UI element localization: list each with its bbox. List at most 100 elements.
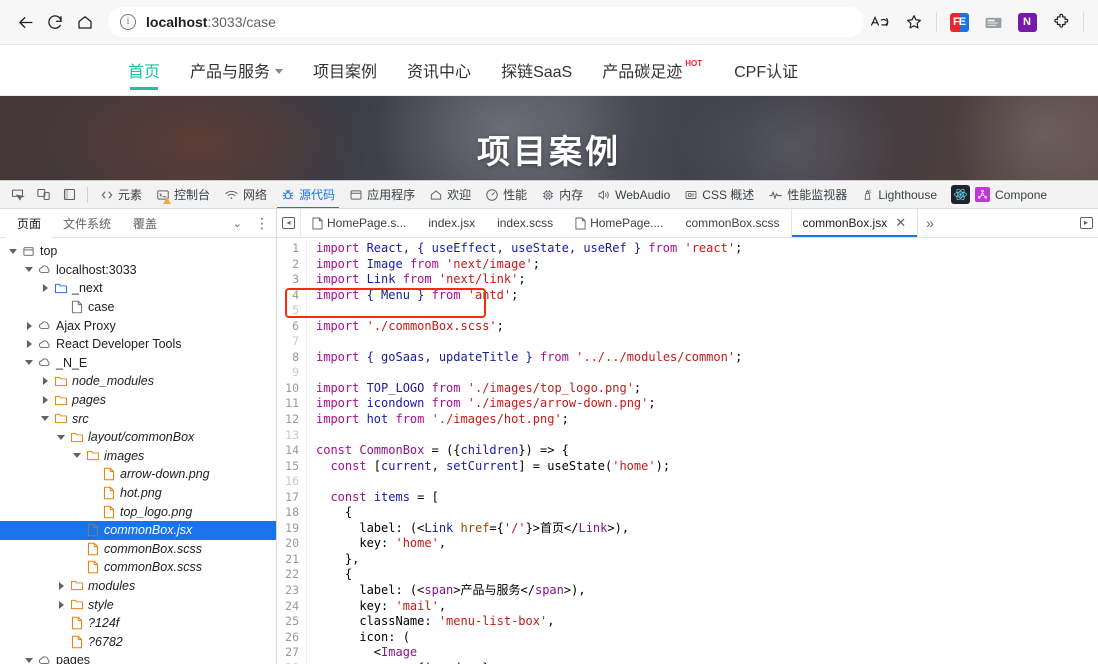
code-line[interactable]: 1 import React, { useEffect, useState, us… — [277, 241, 1098, 257]
nav-item-1[interactable]: 产品与服务 — [190, 45, 284, 96]
file-tree-item[interactable]: hot.png — [0, 484, 276, 503]
code-line[interactable]: 5 — [277, 303, 1098, 319]
code-line[interactable]: 23 label: (<span>产品与服务</span>), — [277, 583, 1098, 599]
devtools-tab-elements[interactable]: 元素 — [93, 181, 149, 208]
file-tree-item[interactable]: pages — [0, 651, 276, 664]
address-bar[interactable]: i localhost:3033/case — [108, 7, 864, 37]
inspect-element-icon[interactable] — [4, 182, 30, 208]
file-tree[interactable]: top localhost:3033 _next case Ajax Proxy Reac… — [0, 238, 276, 664]
twisty-closed-icon[interactable] — [54, 581, 68, 590]
file-tree-item[interactable]: commonBox.scss — [0, 558, 276, 577]
subtab-overrides[interactable]: 覆盖 — [122, 209, 168, 238]
code-line[interactable]: 7 — [277, 334, 1098, 350]
file-tab-0[interactable]: HomePage.s... — [301, 209, 417, 237]
extensions-puzzle-icon[interactable] — [1045, 7, 1077, 37]
file-tab-4[interactable]: commonBox.scss — [674, 209, 790, 237]
collapse-navigator-button[interactable]: ◂ — [277, 209, 301, 237]
file-tree-item[interactable]: _N_E — [0, 354, 276, 373]
file-tree-item[interactable]: commonBox.scss — [0, 540, 276, 559]
subtab-page[interactable]: 页面 — [6, 208, 53, 238]
nav-item-3[interactable]: 资讯中心 — [407, 45, 471, 96]
tabs-overflow-icon[interactable]: » — [918, 209, 942, 237]
code-line[interactable]: 25 className: 'menu-list-box', — [277, 614, 1098, 630]
code-line[interactable]: 15 const [current, setCurrent] = useStat… — [277, 458, 1098, 475]
home-button[interactable] — [70, 7, 100, 37]
nav-item-0[interactable]: 首页 — [128, 45, 160, 96]
site-info-icon[interactable]: i — [120, 14, 136, 30]
code-line[interactable]: 19 label: (<Link href={'/'}>首页</Link>), — [277, 520, 1098, 537]
favorite-icon[interactable] — [898, 7, 930, 37]
extension-onenote-icon[interactable]: N — [1011, 7, 1043, 37]
code-line[interactable]: 14 const CommonBox = ({children}) => { — [277, 443, 1098, 459]
code-line[interactable]: 4 import { Menu } from 'antd'; — [277, 287, 1098, 304]
devtools-tab-console[interactable]: 控制台 — [149, 181, 217, 208]
code-line[interactable]: 2 import Image from 'next/image'; — [277, 256, 1098, 273]
more-tabs-chevron-icon[interactable]: ⌄ — [227, 217, 248, 230]
twisty-open-icon[interactable] — [6, 248, 20, 254]
devtools-tab-sources[interactable]: 源代码 — [274, 181, 342, 208]
devtools-tab-network[interactable]: 网络 — [217, 181, 274, 208]
expand-sidebar-button[interactable]: ▸ — [1074, 209, 1098, 237]
file-tree-item[interactable]: localhost:3033 — [0, 261, 276, 280]
close-icon[interactable]: ✕ — [895, 215, 906, 231]
file-tree-item[interactable]: top_logo.png — [0, 502, 276, 521]
file-tree-item[interactable]: ?124f — [0, 614, 276, 633]
reload-button[interactable] — [40, 7, 70, 37]
code-line[interactable]: 8 import { goSaas, updateTitle } from '..… — [277, 349, 1098, 366]
code-line[interactable]: 24 key: 'mail', — [277, 598, 1098, 615]
twisty-closed-icon[interactable] — [38, 377, 52, 386]
code-line[interactable]: 13 — [277, 427, 1098, 444]
twisty-closed-icon[interactable] — [22, 321, 36, 330]
twisty-closed-icon[interactable] — [38, 396, 52, 405]
read-aloud-icon[interactable] — [864, 7, 896, 37]
nav-item-2[interactable]: 项目案例 — [313, 45, 377, 96]
code-line[interactable]: 11 import icondown from './images/arrow-d… — [277, 396, 1098, 413]
twisty-open-icon[interactable] — [22, 657, 36, 663]
file-tree-item[interactable]: pages — [0, 391, 276, 410]
file-tab-3[interactable]: HomePage.... — [564, 209, 674, 237]
twisty-closed-icon[interactable] — [38, 284, 52, 293]
devtools-tab-webaudio[interactable]: WebAudio — [590, 181, 677, 208]
devtools-tab-application[interactable]: 应用程序 — [342, 181, 422, 208]
file-tree-item[interactable]: Ajax Proxy — [0, 316, 276, 335]
devtools-tab-components[interactable]: Compone — [944, 181, 1054, 208]
code-line[interactable]: 26 icon: ( — [277, 629, 1098, 646]
twisty-open-icon[interactable] — [22, 360, 36, 366]
devtools-tab-performance-monitor[interactable]: 性能监视器 — [761, 181, 854, 208]
file-tab-5[interactable]: commonBox.jsx ✕ — [790, 209, 919, 237]
file-tree-item[interactable]: src — [0, 409, 276, 428]
nav-item-5[interactable]: 产品碳足迹 HOT — [602, 45, 704, 96]
twisty-closed-icon[interactable] — [54, 600, 68, 609]
file-tree-item[interactable]: case — [0, 298, 276, 317]
code-line[interactable]: 20 key: 'home', — [277, 536, 1098, 552]
subtab-filesystem[interactable]: 文件系统 — [52, 209, 122, 238]
code-line[interactable]: 9 — [277, 365, 1098, 381]
file-tree-item[interactable]: top — [0, 242, 276, 261]
file-tree-item[interactable]: node_modules — [0, 372, 276, 391]
file-tree-item[interactable]: modules — [0, 577, 276, 596]
twisty-closed-icon[interactable] — [22, 340, 36, 349]
extension-gray-icon[interactable] — [977, 7, 1009, 37]
code-editor[interactable]: 1 import React, { useEffect, useState, us… — [277, 238, 1098, 664]
back-button[interactable] — [10, 7, 40, 37]
file-tab-1[interactable]: index.jsx — [417, 209, 486, 237]
device-toolbar-icon[interactable] — [30, 182, 56, 208]
code-line[interactable]: 6 import './commonBox.scss'; — [277, 318, 1098, 335]
file-tree-item[interactable]: layout/commonBox — [0, 428, 276, 447]
file-tab-2[interactable]: index.scss — [486, 209, 564, 237]
twisty-open-icon[interactable] — [22, 267, 36, 273]
twisty-open-icon[interactable] — [54, 434, 68, 440]
file-tree-item[interactable]: ?6782 — [0, 632, 276, 651]
file-tree-item[interactable]: _next — [0, 279, 276, 298]
panel-layout-icon[interactable] — [56, 182, 82, 208]
code-line[interactable]: 17 const items = [ — [277, 489, 1098, 506]
code-line[interactable]: 22 { — [277, 567, 1098, 584]
code-line[interactable]: 3 import Link from 'next/link'; — [277, 272, 1098, 288]
devtools-tab-lighthouse[interactable]: Lighthouse — [854, 181, 944, 208]
devtools-tab-css-overview[interactable]: CSS 概述 — [677, 181, 761, 208]
devtools-tab-performance[interactable]: 性能 — [478, 181, 534, 208]
nav-item-4[interactable]: 探链SaaS — [501, 45, 572, 96]
file-tree-item[interactable]: React Developer Tools — [0, 335, 276, 354]
extension-fe-icon[interactable]: FE — [943, 7, 975, 37]
file-tree-item[interactable]: images — [0, 447, 276, 466]
